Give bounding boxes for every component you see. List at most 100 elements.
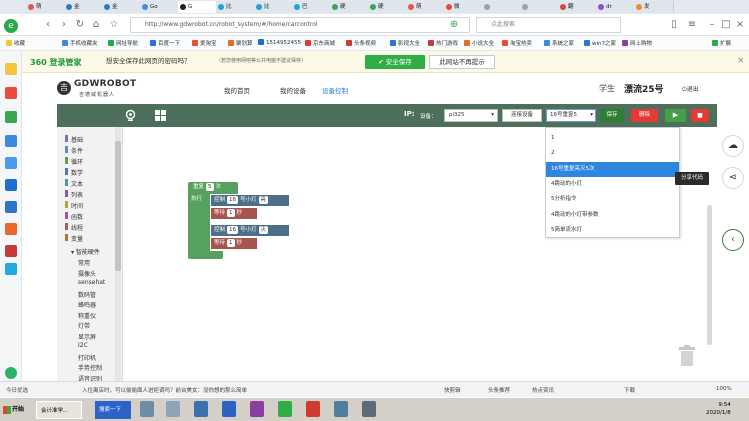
search-input[interactable]: 点此搜索 — [476, 17, 621, 33]
bookmark-item[interactable]: 聚划算 — [228, 39, 253, 47]
notes-sidebar-icon[interactable] — [5, 157, 17, 169]
menu-icon[interactable]: ≡ — [686, 19, 698, 31]
stop-icon[interactable]: ■ — [691, 109, 709, 122]
star-sidebar-icon[interactable] — [5, 63, 17, 75]
taskbar-app-icon[interactable] — [166, 401, 180, 417]
back-arrow-icon[interactable]: ‹ — [42, 19, 54, 31]
program-option[interactable]: 5分析指令 — [546, 192, 679, 207]
taskbar-item-accounting[interactable]: 会计准学... — [36, 401, 82, 419]
play-icon[interactable]: ▶ — [665, 109, 686, 122]
nav-home[interactable]: 我的首页 — [224, 85, 250, 95]
status-quick-edit[interactable]: 快剪辑 — [444, 386, 461, 394]
status-download[interactable]: 下载 — [624, 386, 635, 394]
close-icon[interactable]: × — [734, 19, 746, 31]
hardware-category-item[interactable]: 摄像头 — [78, 269, 96, 278]
category-item[interactable]: 基础 — [65, 135, 83, 144]
workspace-scrollbar[interactable] — [707, 205, 712, 345]
bookmark-item[interactable]: 京东商城 — [305, 39, 335, 47]
mail-sidebar-icon[interactable] — [5, 111, 17, 123]
browser-tab[interactable]: Go — [140, 1, 180, 13]
hardware-category-item[interactable]: 数码管 — [78, 290, 96, 299]
category-group-hardware[interactable]: ▾ 智能硬件 — [71, 247, 100, 256]
assistant-sidebar-icon[interactable] — [5, 367, 17, 379]
browser-tab[interactable]: 巴 — [292, 1, 332, 13]
category-item[interactable]: 线程 — [65, 223, 83, 232]
taskbar-app-icon[interactable] — [334, 401, 348, 417]
bookmark-item[interactable]: win7之家 — [584, 39, 616, 47]
camera-icon[interactable] — [124, 109, 137, 122]
browser-tab[interactable]: dr — [596, 1, 636, 13]
bookmark-item[interactable]: 影视大全 — [390, 39, 420, 47]
bookmark-item[interactable]: 1514952455 — [258, 39, 301, 46]
status-toutiao[interactable]: 头条推荐 — [488, 386, 510, 394]
word-icon[interactable] — [222, 401, 236, 417]
hardware-category-item[interactable]: 灯带 — [78, 321, 90, 330]
home-icon[interactable]: ⌂ — [90, 19, 102, 31]
pp-sidebar-icon[interactable] — [5, 263, 17, 275]
category-item[interactable]: 时间 — [65, 201, 83, 210]
doc-sidebar-icon[interactable] — [5, 135, 17, 147]
browser-tab[interactable]: 微 — [444, 1, 484, 13]
secure-save-button[interactable]: ✔ 安全保存 — [365, 55, 425, 69]
prompt-close-icon[interactable]: × — [737, 56, 745, 66]
save-button[interactable]: 保存 — [600, 109, 624, 122]
bookmark-item[interactable]: 网上购物 — [622, 39, 652, 47]
ff-icon[interactable] — [306, 401, 320, 417]
hardware-category-item[interactable]: sensehat — [78, 279, 105, 286]
nav-my-devices[interactable]: 我的设备 — [280, 85, 306, 95]
cloud-upload-icon[interactable]: ☁ — [722, 135, 744, 157]
browser-tab[interactable]: 比 — [254, 1, 294, 13]
category-item[interactable]: 条件 — [65, 146, 83, 155]
browser-tab[interactable]: 金 — [102, 1, 142, 13]
wait-block-1[interactable]: 等待 1 秒 — [211, 208, 257, 219]
device-select[interactable]: pi325 ▾ — [444, 109, 498, 122]
browser-tab[interactable]: 比 — [216, 1, 256, 13]
program-option[interactable]: 16号重复亮灭5次 — [546, 161, 679, 177]
monitor-sidebar-icon[interactable] — [5, 179, 17, 191]
hardware-category-item[interactable]: 打印机 — [78, 353, 96, 362]
program-option[interactable]: 1 — [546, 131, 679, 146]
browser-tab[interactable] — [482, 1, 522, 13]
grid-icon[interactable] — [154, 109, 167, 122]
winrar-icon[interactable] — [250, 401, 264, 417]
taskbar-app-icon[interactable] — [362, 401, 376, 417]
bookmark-item[interactable]: 系统之家 — [544, 39, 574, 47]
category-item[interactable]: 循环 — [65, 157, 83, 166]
connect-device-button[interactable]: 连接设备 — [502, 109, 542, 122]
bookmark-item[interactable]: 淘宝热卖 — [502, 39, 532, 47]
status-hot[interactable]: 热点资讯 — [532, 386, 554, 394]
delete-button[interactable]: 删除 — [631, 109, 658, 122]
category-item[interactable]: 数学 — [65, 168, 83, 177]
category-item[interactable]: 列表 — [65, 190, 83, 199]
program-option[interactable]: 2 — [546, 146, 679, 161]
logout-button[interactable]: ⏻退出 — [682, 84, 699, 94]
hardware-category-item[interactable]: 手势控制 — [78, 363, 102, 372]
bookmark-item[interactable]: 爱淘宝 — [192, 39, 217, 47]
category-scrollbar[interactable] — [115, 127, 121, 381]
browser-tab[interactable]: 翻 — [558, 1, 598, 13]
nav-device-control[interactable]: 设备控制 — [322, 85, 348, 95]
hardware-category-item[interactable]: 称重仪 — [78, 311, 96, 320]
bookmark-item[interactable]: 小说大全 — [464, 39, 494, 47]
browser-tab[interactable] — [520, 1, 560, 13]
browser-tab[interactable]: 金 — [64, 1, 104, 13]
never-prompt-button[interactable]: 此网站不再提示 — [429, 55, 495, 69]
program-option[interactable]: 5简单流水灯 — [546, 223, 679, 238]
status-zoom[interactable]: 100% — [716, 386, 732, 392]
minimize-icon[interactable]: – — [706, 19, 718, 31]
word-sidebar-icon[interactable] — [5, 201, 17, 213]
repeat-block[interactable]: 重复 5 次 — [188, 182, 238, 194]
phone-icon[interactable]: ▯ — [668, 19, 680, 31]
share-icon[interactable]: ⋖ — [722, 167, 744, 189]
start-button[interactable]: 开始 — [2, 401, 32, 419]
browser-tab[interactable]: G — [178, 1, 218, 13]
hardware-category-item[interactable]: I2C — [78, 342, 88, 349]
status-news[interactable]: 入住离店时，可以偷偷面人进拒调吗？前台美女：没你想的那么简单 — [82, 386, 247, 394]
led-state-on[interactable]: 亮 — [258, 196, 269, 204]
bookmark-item[interactable]: 网址导航 — [108, 39, 138, 47]
program-option[interactable]: 4跳动的小灯带参数 — [546, 208, 679, 223]
app-sidebar-icon[interactable] — [5, 245, 17, 257]
hardware-category-item[interactable]: 常用 — [78, 258, 90, 267]
address-bar[interactable]: http://www.gdwrobot.cn/robot_system/#/ho… — [130, 17, 470, 33]
taskbar-item-search[interactable]: 搜索一下 — [95, 401, 131, 419]
